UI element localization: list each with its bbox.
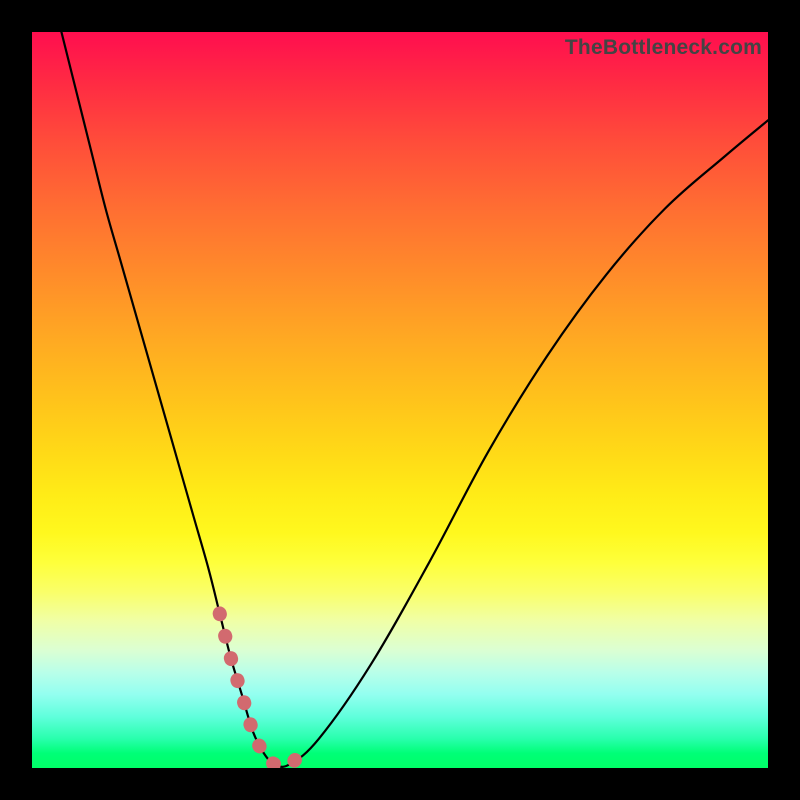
bottleneck-curve [61, 32, 768, 767]
plot-area: TheBottleneck.com [32, 32, 768, 768]
chart-frame: TheBottleneck.com [0, 0, 800, 800]
optimal-region-highlight [220, 613, 301, 765]
curve-svg [32, 32, 768, 768]
